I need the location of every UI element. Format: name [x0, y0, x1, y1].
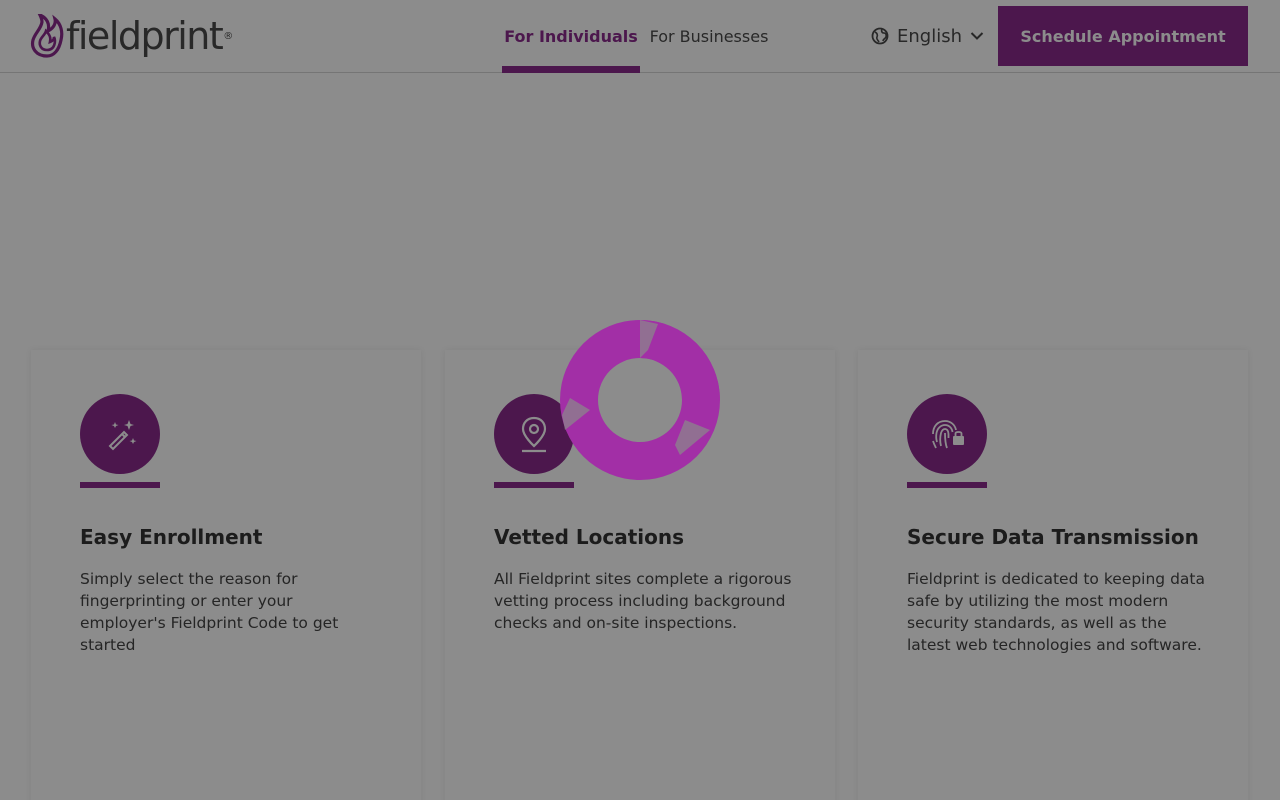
- loading-spinner-icon: [560, 320, 720, 480]
